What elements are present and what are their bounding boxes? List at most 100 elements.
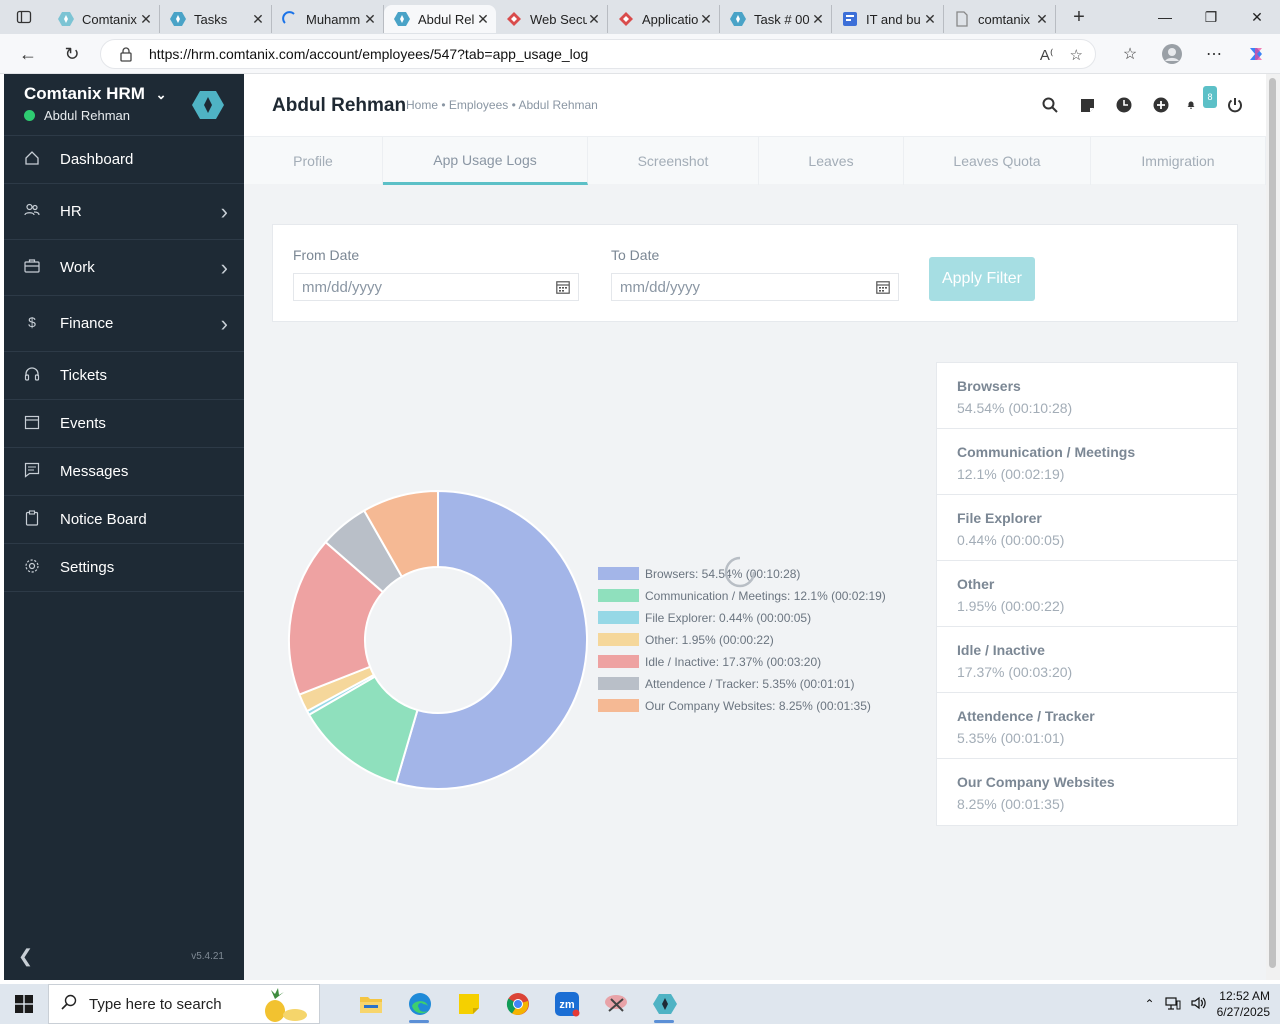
message-icon (4, 462, 60, 482)
clock[interactable]: 12:52 AM 6/27/2025 (1217, 988, 1270, 1020)
restore-icon[interactable]: ❐ (1188, 0, 1234, 34)
back-arrow-icon[interactable]: ← (14, 40, 42, 68)
svg-text:$: $ (28, 314, 36, 330)
browser-tab[interactable]: Abdul Rel ✕ (384, 5, 496, 33)
browser-tab-title: comtanix (978, 11, 1031, 27)
tray-overflow-icon[interactable]: ⌃ (1145, 997, 1155, 1011)
close-tab-icon[interactable]: ✕ (251, 11, 265, 28)
site-info-icon[interactable] (119, 46, 133, 65)
tab-profile[interactable]: Profile (244, 137, 383, 185)
browser-tab-title: Web Secu (530, 11, 587, 27)
legend-label[interactable]: Our Company Websites: 8.25% (00:01:35) (645, 699, 871, 713)
collapse-sidebar-icon[interactable]: ❮ (18, 946, 33, 967)
comtanix-icon (58, 11, 74, 27)
tab-leaves[interactable]: Leaves (759, 137, 904, 185)
add-circle-icon[interactable] (1150, 94, 1172, 116)
refresh-icon[interactable]: ↻ (58, 40, 86, 68)
new-tab-button[interactable]: + (1062, 3, 1096, 31)
brand-dropdown[interactable]: Comtanix HRM ⌄ (24, 84, 167, 104)
tab-leaves-quota[interactable]: Leaves Quota (904, 137, 1091, 185)
tab-app-usage-logs[interactable]: App Usage Logs (383, 137, 588, 185)
browser-tab[interactable]: Task # 00 ✕ (720, 5, 832, 33)
taskbar-search-input[interactable]: Type here to search (48, 984, 320, 1024)
sidebar-item-tickets[interactable]: Tickets (4, 352, 244, 400)
to-date-input[interactable]: mm/dd/yyyy (611, 273, 899, 301)
notification-bell-icon[interactable]: 8 (1187, 86, 1217, 116)
sidebar-item-work[interactable]: Work › (4, 240, 244, 296)
minimize-icon[interactable]: — (1142, 0, 1188, 34)
close-tab-icon[interactable]: ✕ (1035, 11, 1049, 28)
breadcrumb[interactable]: Home • Employees • Abdul Rehman (406, 98, 598, 112)
favorite-star-icon[interactable]: ☆ (1070, 46, 1083, 64)
volume-icon[interactable] (1191, 996, 1207, 1013)
legend-label[interactable]: Other: 1.95% (00:00:22) (645, 633, 774, 647)
tab-actions-icon[interactable] (0, 0, 48, 34)
page-scrollbar[interactable] (1266, 74, 1280, 980)
clock-icon[interactable] (1113, 94, 1135, 116)
profile-avatar-icon[interactable] (1158, 40, 1186, 68)
close-tab-icon[interactable]: ✕ (923, 11, 937, 28)
zoom-meetings-icon[interactable]: zm (542, 984, 591, 1024)
power-icon[interactable] (1224, 94, 1246, 116)
close-tab-icon[interactable]: ✕ (811, 11, 825, 28)
usage-category-value: 5.35% (00:01:01) (957, 730, 1065, 746)
tab-screenshot[interactable]: Screenshot (588, 137, 759, 185)
close-window-icon[interactable]: ✕ (1234, 0, 1280, 34)
legend-swatch (598, 655, 639, 668)
legend-label[interactable]: File Explorer: 0.44% (00:00:05) (645, 611, 811, 625)
comtanix-app-icon[interactable] (640, 984, 689, 1024)
brand-name: Comtanix HRM (24, 84, 145, 103)
online-status-icon (24, 110, 35, 121)
sidebar-item-settings[interactable]: Settings (4, 544, 244, 592)
calendar-icon[interactable] (876, 280, 890, 298)
read-aloud-icon[interactable]: A⁽ (1040, 46, 1054, 64)
close-tab-icon[interactable]: ✕ (139, 11, 153, 28)
from-date-input[interactable]: mm/dd/yyyy (293, 273, 579, 301)
sidebar-item-hr[interactable]: HR › (4, 184, 244, 240)
legend-label[interactable]: Idle / Inactive: 17.37% (00:03:20) (645, 655, 821, 669)
calendar-icon[interactable] (556, 280, 570, 298)
browser-tab-title: Applicatio (642, 11, 699, 27)
snipping-tool-icon[interactable] (591, 984, 640, 1024)
sidebar-item-label: Dashboard (60, 151, 134, 168)
more-menu-icon[interactable]: ⋯ (1200, 40, 1228, 68)
browser-tab[interactable]: Web Secu ✕ (496, 5, 608, 33)
edge-browser-icon[interactable] (395, 984, 444, 1024)
usage-doughnut-chart: Browsers: 54.54% (00:10:28) Communication… (288, 489, 886, 790)
tab-immigration[interactable]: Immigration (1091, 137, 1266, 185)
network-icon[interactable] (1165, 996, 1181, 1013)
scrollbar-thumb[interactable] (1269, 78, 1276, 968)
logo-icon[interactable] (192, 90, 224, 125)
chrome-icon[interactable] (493, 984, 542, 1024)
close-tab-icon[interactable]: ✕ (699, 11, 713, 28)
legend-label[interactable]: Communication / Meetings: 12.1% (00:02:1… (645, 589, 886, 603)
browser-tab[interactable]: Applicatio ✕ (608, 5, 720, 33)
favorites-icon[interactable]: ☆ (1116, 40, 1144, 68)
to-date-placeholder: mm/dd/yyyy (620, 278, 701, 296)
copilot-icon[interactable] (1242, 40, 1270, 68)
apply-filter-button[interactable]: Apply Filter (929, 257, 1035, 301)
usage-category-name: File Explorer (957, 510, 1042, 526)
search-icon[interactable] (1039, 94, 1061, 116)
browser-tab[interactable]: IT and bu ✕ (832, 5, 944, 33)
sidebar-item-notice-board[interactable]: Notice Board (4, 496, 244, 544)
browser-tab[interactable]: Comtanix ✕ (48, 5, 160, 33)
sidebar-item-dashboard[interactable]: Dashboard (4, 136, 244, 184)
sticky-notes-icon[interactable] (444, 984, 493, 1024)
sidebar-item-events[interactable]: Events (4, 400, 244, 448)
close-tab-icon[interactable]: ✕ (587, 11, 601, 28)
legend-label[interactable]: Attendence / Tracker: 5.35% (00:01:01) (645, 677, 854, 691)
browser-tab[interactable]: comtanix ✕ (944, 5, 1056, 33)
windows-start-icon[interactable] (0, 984, 48, 1024)
close-tab-icon[interactable]: ✕ (476, 11, 490, 28)
page-icon (954, 11, 970, 27)
sidebar-item-messages[interactable]: Messages (4, 448, 244, 496)
browser-tab[interactable]: Muhamm ✕ (272, 5, 384, 33)
file-explorer-icon[interactable] (346, 984, 395, 1024)
sticky-note-icon[interactable] (1076, 94, 1098, 116)
sidebar-item-finance[interactable]: $ Finance › (4, 296, 244, 352)
close-tab-icon[interactable]: ✕ (363, 11, 377, 28)
legend-label[interactable]: Browsers: 54.54% (00:10:28) (645, 567, 800, 581)
browser-tab[interactable]: Tasks ✕ (160, 5, 272, 33)
url-input[interactable]: https://hrm.comtanix.com/account/employe… (100, 39, 1096, 69)
